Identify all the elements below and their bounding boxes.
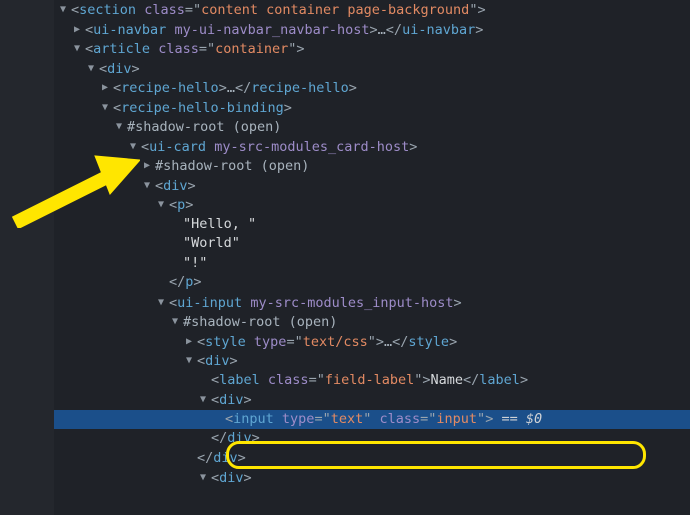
dom-tree-row[interactable]: </div> (54, 429, 690, 449)
dom-tree-row[interactable]: <ui-navbar my-ui-navbar_navbar-host>…</u… (54, 20, 690, 40)
dom-tree-row[interactable]: <p> (54, 195, 690, 215)
dom-tree-row[interactable]: "!" (54, 254, 690, 274)
dom-tree-row[interactable]: </div> (54, 449, 690, 469)
dom-tree-row[interactable]: <style type="text/css">…</style> (54, 332, 690, 352)
dom-tree-row[interactable]: "World" (54, 234, 690, 254)
dom-tree-row[interactable]: <recipe-hello-binding> (54, 98, 690, 118)
dom-tree-row[interactable]: <div> (54, 390, 690, 410)
dom-tree-row[interactable]: <ui-input my-src-modules_input-host> (54, 293, 690, 313)
dom-tree-row[interactable]: "Hello, " (54, 215, 690, 235)
dom-tree-row[interactable]: <section class="content container page-b… (54, 0, 690, 20)
dom-tree-row[interactable]: <div> (54, 59, 690, 79)
dom-tree-row[interactable]: <article class="container"> (54, 39, 690, 59)
dom-tree-row[interactable]: #shadow-root (open) (54, 117, 690, 137)
dom-tree-row[interactable]: <ui-card my-src-modules_card-host> (54, 137, 690, 157)
elements-tree[interactable]: <section class="content container page-b… (54, 0, 690, 515)
dom-tree-row[interactable]: <div> (54, 468, 690, 488)
dom-tree-row[interactable]: #shadow-root (open) (54, 312, 690, 332)
dom-tree-row[interactable]: <div> (54, 351, 690, 371)
dom-tree-row[interactable]: #shadow-root (open) (54, 156, 690, 176)
dom-tree-row[interactable]: <div> (54, 176, 690, 196)
dom-tree-row[interactable]: </p> (54, 273, 690, 293)
gutter (0, 0, 54, 515)
dom-tree-row[interactable]: <label class="field-label">Name</label> (54, 371, 690, 391)
dom-tree-row[interactable]: <input type="text" class="input"> == $0 (54, 410, 690, 430)
dom-tree-row[interactable]: <recipe-hello>…</recipe-hello> (54, 78, 690, 98)
